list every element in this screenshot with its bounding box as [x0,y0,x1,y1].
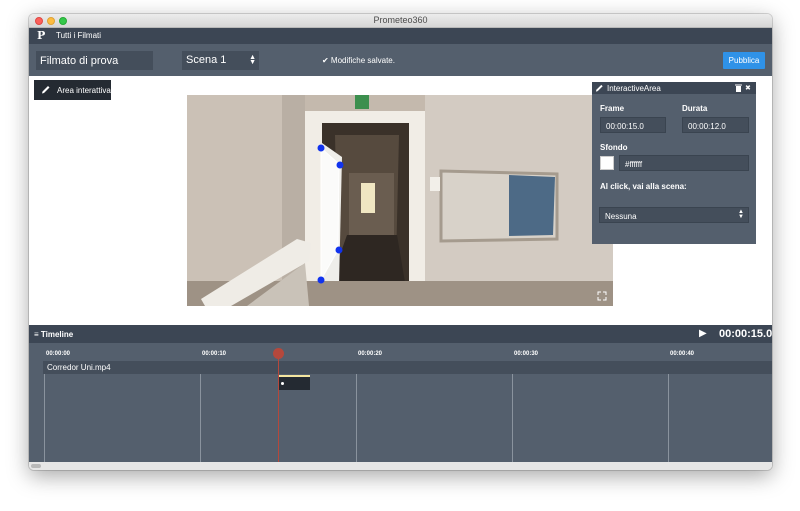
frame-label: Frame [600,104,625,113]
scene-select-value: Scena 1 [186,54,227,66]
background-color-field[interactable]: #ffffff [619,155,749,171]
on-click-scene-value: Nessuna [605,212,637,221]
nav-all-videos-link[interactable]: Tutti i Filmati [56,31,101,40]
title-bar: Prometeo360 [29,14,772,28]
background-label: Sfondo [600,143,628,152]
nav-bar: P Tutti i Filmati [29,28,772,44]
select-arrows-icon: ▲ ▼ [249,54,256,66]
video-title-input[interactable] [36,51,153,70]
playhead-handle[interactable] [273,348,284,359]
panel-header: InteractiveArea ✖ [592,82,756,94]
scene-select[interactable]: Scena 1 ▲ ▼ [182,51,259,70]
timeline-tick: 00:00:10 [202,351,227,357]
add-interactive-area-label: Area interattiva [57,86,111,95]
app-window: Prometeo360 P Tutti i Filmati Scena 1 ▲▼… [29,14,772,470]
editor-toolbar: Scena 1 ▲▼ ✔ Modifiche salvate. Pubblica [29,44,772,76]
on-click-scene-select[interactable]: Nessuna ▲ ▼ [599,207,749,223]
timeline-tick: 00:00:00 [46,351,71,357]
clip-marker [281,382,284,385]
fullscreen-icon[interactable] [597,291,607,301]
horizontal-scrollbar[interactable] [29,462,772,470]
timeline-header: ≡ Timeline ▶ 00:00:15.0 [29,325,772,343]
timeline-tick: 00:00:30 [514,351,539,357]
frame-field[interactable]: 00:00:15.0 [600,117,666,133]
on-click-scene-label: Al click, vai alla scena: [600,182,687,191]
panel-title: InteractiveArea [607,84,661,93]
scrollbar-thumb[interactable] [31,464,41,468]
video-frame [187,95,613,306]
interactive-area-clip[interactable] [279,375,310,390]
save-status: ✔ Modifiche salvate. [322,56,395,65]
timeline-title-label: Timeline [40,330,74,339]
duration-field[interactable]: 00:00:12.0 [682,117,749,133]
timeline-gridline [44,374,45,462]
background-color-swatch[interactable] [600,156,614,170]
trash-icon[interactable] [735,84,742,94]
current-time: 00:00:15.0 [719,328,772,340]
timeline-gridline [668,374,669,462]
timeline-tick: 00:00:40 [670,351,695,357]
timeline-title: ≡ Timeline [34,330,73,339]
publish-button[interactable]: Pubblica [723,52,765,69]
pencil-icon [41,84,51,97]
track-label[interactable]: Corredor Uni.mp4 [43,361,772,374]
duration-label: Durata [682,104,708,113]
select-arrows-icon: ▲ ▼ [738,209,744,220]
timeline-tick: 00:00:20 [358,351,383,357]
add-interactive-area-button[interactable]: Area interattiva [34,80,111,100]
timeline-gridline [512,374,513,462]
window-title: Prometeo360 [373,15,428,25]
timeline-body: 00:00:00 00:00:10 00:00:20 00:00:30 00:0… [29,343,772,462]
playhead-line [278,355,279,462]
interactive-area-panel: InteractiveArea ✖ Frame 00:00:15.0 Durat… [592,82,756,244]
timeline-gridline [356,374,357,462]
video-preview[interactable] [187,95,613,306]
play-icon[interactable]: ▶ [699,328,707,339]
app-logo[interactable]: P [37,29,45,42]
timeline-gridline [200,374,201,462]
pencil-icon [595,83,604,95]
timeline-icon: ≡ [34,330,39,339]
close-icon[interactable]: ✖ [745,84,751,92]
